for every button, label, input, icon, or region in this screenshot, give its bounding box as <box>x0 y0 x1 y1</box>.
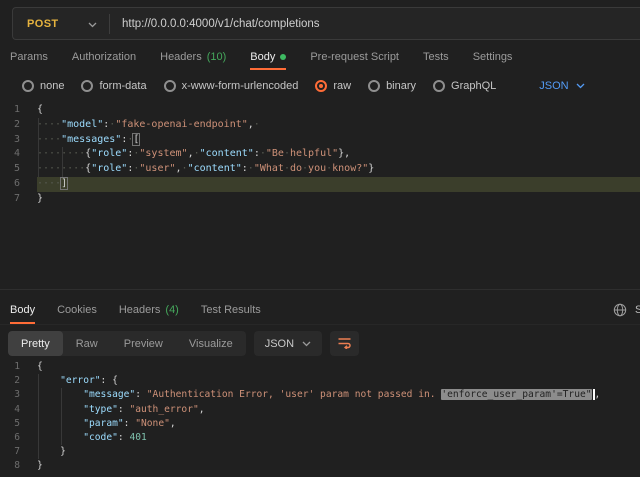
response-headers-count-badge: (4) <box>165 304 178 316</box>
line-number: 4 <box>0 403 30 417</box>
line-number: 5 <box>0 162 30 177</box>
status-text-partial: S <box>635 304 640 316</box>
request-body-editor[interactable]: 1{2····"model":·"fake-openai-endpoint",·… <box>0 100 640 288</box>
radio-icon <box>433 80 445 92</box>
line-number: 8 <box>0 459 30 473</box>
tab-response-headers[interactable]: Headers (4) <box>119 296 179 324</box>
response-tabs-right: S <box>613 296 640 324</box>
code-line: 5········{"role":·"user",·"content":·"Wh… <box>0 162 640 177</box>
line-number: 7 <box>0 445 30 459</box>
response-body-editor[interactable]: 1{2 "error": {3 "message": "Authenticati… <box>0 357 640 477</box>
radio-form-data[interactable]: form-data <box>81 80 146 92</box>
code-line: 3····"messages":·[ <box>0 133 640 148</box>
line-number: 3 <box>0 388 30 402</box>
radio-icon <box>368 80 380 92</box>
line-number: 5 <box>0 417 30 431</box>
postman-window: POST Params Authorization Headers (10) B… <box>0 0 640 477</box>
tab-headers[interactable]: Headers (10) <box>160 44 226 70</box>
response-view-switch: Pretty Raw Preview Visualize <box>8 331 246 356</box>
view-preview-button[interactable]: Preview <box>111 331 176 356</box>
response-tabs: Body Cookies Headers (4) Test Results S <box>0 296 640 325</box>
tab-test-results[interactable]: Test Results <box>201 296 261 324</box>
globe-icon[interactable] <box>613 303 627 317</box>
tab-pre-request-script[interactable]: Pre-request Script <box>310 44 399 70</box>
pane-divider[interactable] <box>0 289 640 290</box>
line-number: 3 <box>0 133 30 148</box>
radio-raw[interactable]: raw <box>315 80 351 92</box>
code-line: 6····] <box>0 177 640 192</box>
response-toolbar: Pretty Raw Preview Visualize JSON <box>0 330 640 357</box>
view-visualize-button[interactable]: Visualize <box>176 331 246 356</box>
line-number: 6 <box>0 431 30 445</box>
line-number: 1 <box>0 103 30 118</box>
tab-tests[interactable]: Tests <box>423 44 449 70</box>
radio-x-www-form-urlencoded[interactable]: x-www-form-urlencoded <box>164 80 299 92</box>
tab-cookies[interactable]: Cookies <box>57 296 97 324</box>
radio-selected-icon <box>315 80 327 92</box>
chevron-down-icon <box>576 80 585 92</box>
code-line: 5 "param": "None", <box>0 417 640 431</box>
line-number: 7 <box>0 192 30 207</box>
url-input[interactable] <box>110 18 640 30</box>
unsaved-changes-dot <box>280 54 286 60</box>
http-method-label: POST <box>27 18 59 30</box>
request-language-dropdown[interactable]: JSON <box>539 80 584 92</box>
radio-graphql[interactable]: GraphQL <box>433 80 496 92</box>
radio-icon <box>164 80 176 92</box>
line-number: 4 <box>0 147 30 162</box>
wrap-text-button[interactable] <box>330 331 359 356</box>
view-raw-button[interactable]: Raw <box>63 331 111 356</box>
code-line: 7 } <box>0 445 640 459</box>
code-line: 2····"model":·"fake-openai-endpoint",· <box>0 118 640 133</box>
chevron-down-icon <box>302 338 311 350</box>
tab-body[interactable]: Body <box>250 44 286 70</box>
request-tabs: Params Authorization Headers (10) Body P… <box>0 44 640 70</box>
code-line: 1{ <box>0 103 640 118</box>
code-line: 3 "message": "Authentication Error, 'use… <box>0 388 640 402</box>
radio-icon <box>81 80 93 92</box>
code-line: 2 "error": { <box>0 374 640 388</box>
tab-params[interactable]: Params <box>10 44 48 70</box>
code-line: 8} <box>0 459 640 473</box>
radio-icon <box>22 80 34 92</box>
line-number: 1 <box>0 360 30 374</box>
request-url-bar: POST <box>12 7 640 40</box>
code-line: 4········{"role":·"system",·"content":·"… <box>0 147 640 162</box>
code-line: 4 "type": "auth_error", <box>0 403 640 417</box>
tab-authorization[interactable]: Authorization <box>72 44 136 70</box>
code-line: 7} <box>0 192 640 207</box>
line-number: 6 <box>0 177 30 192</box>
line-number: 2 <box>0 374 30 388</box>
radio-binary[interactable]: binary <box>368 80 416 92</box>
code-line: 1{ <box>0 360 640 374</box>
wrap-text-icon <box>337 336 352 352</box>
code-line: 6 "code": 401 <box>0 431 640 445</box>
tab-response-body[interactable]: Body <box>10 296 35 324</box>
radio-none[interactable]: none <box>22 80 64 92</box>
body-type-options: none form-data x-www-form-urlencoded raw… <box>0 73 640 99</box>
http-method-dropdown[interactable]: POST <box>13 8 109 39</box>
view-pretty-button[interactable]: Pretty <box>8 331 63 356</box>
response-language-dropdown[interactable]: JSON <box>254 331 322 356</box>
chevron-down-icon <box>88 15 97 33</box>
tab-settings[interactable]: Settings <box>473 44 513 70</box>
headers-count-badge: (10) <box>207 51 227 63</box>
line-number: 2 <box>0 118 30 133</box>
